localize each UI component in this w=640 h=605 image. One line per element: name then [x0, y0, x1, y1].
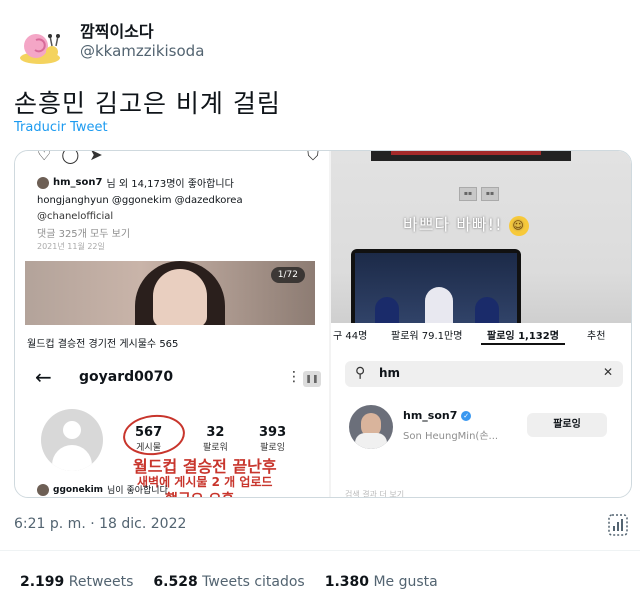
- display-name[interactable]: 깜찍이소다: [80, 18, 154, 42]
- likes-stat[interactable]: 1.380 Me gusta: [325, 574, 438, 590]
- tab-label: 구 44명: [333, 331, 368, 342]
- pause-icon: ❚❚: [303, 371, 321, 387]
- avatar-head: [63, 421, 81, 439]
- stat-posts: 567 게시물: [135, 425, 162, 453]
- stat-num: 32: [206, 425, 225, 440]
- likes-rest: 님 외 14,173명이 좋아합니다: [106, 179, 234, 190]
- avatar-body: [52, 445, 92, 471]
- ig-search-box: ⚲ hm ✕: [345, 361, 623, 387]
- overlay-text: 바쁘다 바빠!!: [403, 215, 503, 234]
- stat-num: 567: [135, 425, 163, 440]
- tab-label-active: 팔로잉 1,132명: [487, 331, 559, 342]
- room-photo: ▪▪ ▪▪ 바쁘다 바빠!! ☺: [331, 151, 631, 339]
- more-dots-icon: ⋮: [287, 369, 301, 385]
- retweets-stat[interactable]: 2.199 Retweets: [20, 574, 133, 590]
- tab-label: 팔로워 79.1만명: [391, 331, 463, 342]
- following-button: 팔로잉: [527, 413, 607, 437]
- likes-count: 1.380: [324, 574, 370, 590]
- wall-outlet: ▪▪: [481, 187, 499, 201]
- caption-line2: @chanelofficial: [37, 211, 114, 222]
- wall-outlet: ▪▪: [459, 187, 477, 201]
- likes-user: hm_son7: [53, 177, 103, 188]
- stat-num: 393: [259, 425, 287, 440]
- tab-label: 추천: [587, 331, 606, 342]
- stat-followers: 32 팔로워: [203, 425, 228, 453]
- post-photo: 1/72: [25, 261, 315, 325]
- follow-tabs: 구 44명 팔로워 79.1만명 팔로잉 1,132명 추천: [331, 323, 631, 345]
- retweets-label: Retweets: [68, 574, 134, 590]
- verified-icon: ✓: [461, 411, 472, 421]
- close-icon: ✕: [602, 365, 613, 379]
- user-avatar[interactable]: [14, 18, 66, 70]
- bottom-like-line: ggonekim 님이 좋아합니다: [37, 483, 168, 496]
- search-icon: ⚲: [355, 365, 366, 381]
- bookmark-icon: ⛉: [306, 151, 319, 164]
- photo-counter: 1/72: [270, 267, 305, 283]
- quote-tweets-count: 6.528: [153, 574, 198, 590]
- user-handle[interactable]: @kkamzzikisoda: [80, 42, 204, 60]
- media-left-image[interactable]: ♡◯➤ ⛉ hm_son7 님 외 14,173명이 좋아합니다 hongjang…: [15, 151, 329, 497]
- result-username: hm_son7: [403, 409, 458, 422]
- worldcup-post-count: 월드컵 결승전 경기전 게시물수 565: [27, 339, 179, 350]
- stat-following: 393 팔로잉: [259, 425, 286, 453]
- engagement-stats: 2.199 Retweets 6.528 Tweets citados 1.38…: [20, 574, 438, 590]
- tweet-text: 손흥민 김고은 비계 걸림: [14, 89, 281, 118]
- stat-label: 팔로워: [203, 443, 228, 453]
- mini-avatar: [37, 483, 49, 496]
- ig-action-icons: ♡◯➤: [37, 151, 113, 164]
- photo-face: [153, 269, 207, 325]
- comments-link: 댓글 325개 모두 보기: [37, 229, 131, 240]
- back-arrow-icon: ←: [35, 365, 52, 389]
- default-profile-avatar: [41, 409, 103, 471]
- profile-username: goyard0070: [79, 369, 174, 385]
- grin-emoji-icon: ☺: [508, 215, 529, 236]
- result-avatar: [349, 405, 393, 449]
- result-name: hm_son7 ✓: [403, 409, 472, 422]
- stat-label: 게시물: [136, 443, 161, 453]
- quote-tweets-label: Tweets citados: [202, 574, 305, 590]
- retweets-count: 2.199: [20, 574, 65, 590]
- translate-tweet-link[interactable]: Traducir Tweet: [14, 120, 108, 135]
- bottom-like-user: ggonekim: [53, 484, 104, 495]
- quote-tweets-stat[interactable]: 6.528 Tweets citados: [153, 574, 304, 590]
- result-subtitle: Son HeungMin(손...: [403, 431, 499, 442]
- media-right-image[interactable]: ▪▪ ▪▪ 바쁘다 바빠!! ☺ 구 44명 팔로워 79.1만명 팔로잉 1,…: [331, 151, 631, 498]
- snail-avatar-icon: [20, 34, 60, 64]
- post-date: 2021년 11월 22일: [37, 242, 105, 251]
- tv-screen-edge: [391, 151, 541, 155]
- overlay-caption: 바쁘다 바빠!! ☺: [403, 211, 529, 236]
- caption: hongjanghyun @ggonekim @dazedkorea @chan…: [37, 193, 317, 225]
- search-value: hm: [379, 366, 401, 380]
- analytics-icon[interactable]: [608, 514, 628, 536]
- mini-avatar: [37, 176, 49, 189]
- caption-line1: hongjanghyun @ggonekim @dazedkorea: [37, 195, 243, 206]
- bottom-like-rest: 님이 좋아합니다: [107, 486, 168, 496]
- profile-header: ← goyard0070 ⋮ ❚❚: [35, 367, 325, 391]
- stat-label: 팔로잉: [260, 443, 285, 453]
- tweet-media[interactable]: ♡◯➤ ⛉ hm_son7 님 외 14,173명이 좋아합니다 hongjang…: [14, 150, 632, 498]
- active-tab-indicator: [481, 343, 565, 345]
- blurred-text: 검색 결과 더 보기: [345, 490, 405, 498]
- tweet-timestamp[interactable]: 6:21 p. m. · 18 dic. 2022: [14, 516, 186, 532]
- result-shirt: [355, 433, 387, 449]
- divider: [0, 550, 640, 551]
- annotation-line3: 했군요 오홍: [165, 489, 234, 497]
- likes-line: hm_son7 님 외 14,173명이 좋아합니다: [37, 175, 234, 190]
- tweet: 깜찍이소다 @kkamzzikisoda 손흥민 김고은 비계 걸림 Tradu…: [0, 0, 640, 605]
- likes-label: Me gusta: [373, 574, 438, 590]
